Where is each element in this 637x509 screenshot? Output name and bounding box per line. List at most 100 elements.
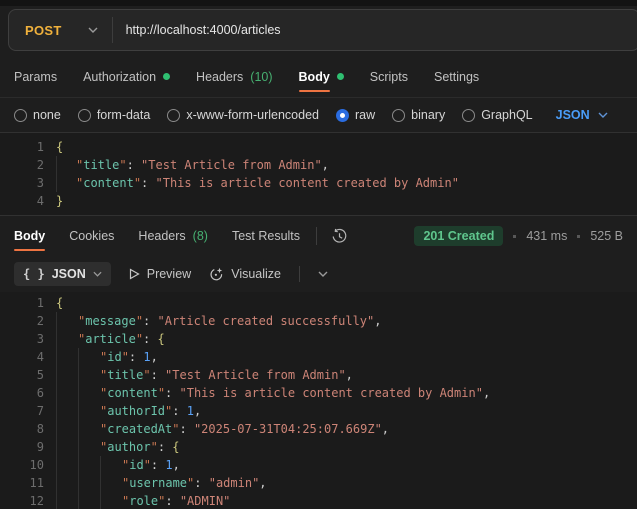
sparkle-circle-icon xyxy=(209,267,224,282)
token-q: " xyxy=(135,332,144,346)
code-content: { xyxy=(56,138,63,156)
code-content: "createdAt": "2025-07-31T04:25:07.669Z", xyxy=(56,420,389,438)
token-q: " xyxy=(121,350,129,364)
token-punct: : xyxy=(150,458,166,472)
preview-button[interactable]: Preview xyxy=(129,267,191,281)
token-punct: , xyxy=(374,314,382,328)
response-body-editor[interactable]: 1{2 "message": "Article created successfu… xyxy=(0,292,637,509)
token-num: 1 xyxy=(165,458,173,472)
request-body-editor[interactable]: 1 {2 "title": "Test Article from Admin", 3 "… xyxy=(0,132,637,216)
body-type-graphql[interactable]: GraphQL xyxy=(462,108,533,122)
token-str: "2025-07-31T04:25:07.669Z" xyxy=(193,422,382,436)
tab-body[interactable]: Body xyxy=(14,216,46,256)
code-text: "username": "admin", xyxy=(56,474,267,492)
code-text: "title": "Test Article from Admin", xyxy=(56,366,353,384)
raw-format-label: JSON xyxy=(555,108,590,122)
code-content: "author": { xyxy=(56,438,180,456)
tab-headers[interactable]: Headers (8) xyxy=(138,216,208,256)
line-number: 9 xyxy=(36,440,44,454)
token-punct: : xyxy=(179,422,194,436)
code-line: 3 "article": { xyxy=(0,330,637,348)
request-url-row: POST http://localhost:4000/articles xyxy=(0,6,637,56)
response-format-dropdown[interactable]: { } JSON xyxy=(14,262,111,286)
token-key: content xyxy=(107,386,158,400)
body-type-binary[interactable]: binary xyxy=(392,108,445,122)
visualize-button[interactable]: Visualize xyxy=(209,267,281,282)
tab-label: Scripts xyxy=(369,69,408,84)
indent-guide xyxy=(100,492,101,509)
method-selector[interactable]: POST xyxy=(9,10,112,50)
indent-guide xyxy=(56,174,57,192)
line-number: 8 xyxy=(36,422,44,436)
body-type-x-www-form-urlencoded[interactable]: x-www-form-urlencoded xyxy=(167,108,319,122)
tab-test-results[interactable]: Test Results xyxy=(232,216,300,256)
indent-guide xyxy=(56,438,57,456)
line-number: 10 xyxy=(29,458,44,472)
line-number: 2 xyxy=(36,158,44,172)
tab-body[interactable]: Body xyxy=(298,56,344,97)
body-type-form-data[interactable]: form-data xyxy=(77,108,151,122)
token-brace: { xyxy=(56,296,64,310)
response-time: 431 ms xyxy=(526,229,568,243)
visualize-label: Visualize xyxy=(231,267,282,281)
token-key: message xyxy=(85,314,136,328)
code-text: "role": "ADMIN" xyxy=(56,492,230,509)
indent-guide xyxy=(56,366,57,384)
url-input[interactable]: http://localhost:4000/articles xyxy=(113,23,637,37)
code-text: "title": "Test Article from Admin", xyxy=(56,156,329,174)
token-punct: : xyxy=(157,440,173,454)
code-line: 12 "role": "ADMIN" xyxy=(0,492,637,509)
green-dot-icon xyxy=(163,73,171,80)
code-line: 3 "content": "This is article content cre… xyxy=(0,174,637,192)
token-key: title xyxy=(83,158,120,172)
tab-label: Body xyxy=(298,57,331,97)
body-type-raw[interactable]: raw xyxy=(336,108,375,122)
indent-guide xyxy=(56,348,57,366)
tab-settings[interactable]: Settings xyxy=(434,56,479,97)
token-str: "This is article content created by Admi… xyxy=(179,386,483,400)
line-number: 1 xyxy=(36,140,44,154)
response-size: 525 B xyxy=(590,229,623,243)
code-content: "title": "Test Article from Admin", xyxy=(56,366,353,384)
token-brace: { xyxy=(172,440,180,454)
method-label: POST xyxy=(25,22,62,38)
line-number: 5 xyxy=(36,368,44,382)
radio-label: form-data xyxy=(96,108,151,122)
token-punct: : xyxy=(143,332,158,346)
tab-params[interactable]: Params xyxy=(14,56,57,97)
token-punct: : xyxy=(143,314,158,328)
tab-headers[interactable]: Headers (10) xyxy=(196,56,272,97)
token-punct: , xyxy=(259,476,267,490)
indent-guide xyxy=(56,156,57,174)
code-line: 4 "id": 1, xyxy=(0,348,637,366)
body-type-none[interactable]: none xyxy=(14,108,61,122)
token-q: " xyxy=(119,158,127,172)
tab-authorization[interactable]: Authorization xyxy=(83,56,171,97)
line-number: 12 xyxy=(29,494,44,508)
tab-cookies[interactable]: Cookies xyxy=(69,216,114,256)
code-line: 4} xyxy=(0,192,637,210)
line-number: 4 xyxy=(36,350,44,364)
raw-format-selector[interactable]: JSON xyxy=(556,108,608,122)
indent-guide xyxy=(56,474,57,492)
code-content: "content": "This is article content crea… xyxy=(56,384,490,402)
response-tabs: Body Cookies Headers (8) Test Results xyxy=(14,216,300,256)
response-format-label: JSON xyxy=(51,267,86,281)
indent-guide xyxy=(56,456,57,474)
token-key: createdAt xyxy=(107,422,173,436)
code-line: 5 "title": "Test Article from Admin", xyxy=(0,366,637,384)
tab-count-badge: (10) xyxy=(250,69,273,84)
indent-guide xyxy=(78,492,79,509)
code-text: "content": "This is article content crea… xyxy=(56,174,459,192)
tab-scripts[interactable]: Scripts xyxy=(370,56,408,97)
line-number: 3 xyxy=(36,176,44,190)
response-header: Body Cookies Headers (8) Test Results 201 Cr… xyxy=(0,216,637,256)
chevron-down-icon xyxy=(88,27,98,33)
code-line: 8 "createdAt": "2025-07-31T04:25:07.669Z"… xyxy=(0,420,637,438)
request-tabs: Params Authorization Headers (10) Body Script… xyxy=(0,56,637,98)
code-line: 7 "authorId": 1, xyxy=(0,402,637,420)
code-content: "content": "This is article content crea… xyxy=(56,174,459,192)
history-clock-icon[interactable] xyxy=(331,228,348,245)
chevron-down-icon[interactable] xyxy=(318,271,328,277)
code-line: 10 "id": 1, xyxy=(0,456,637,474)
